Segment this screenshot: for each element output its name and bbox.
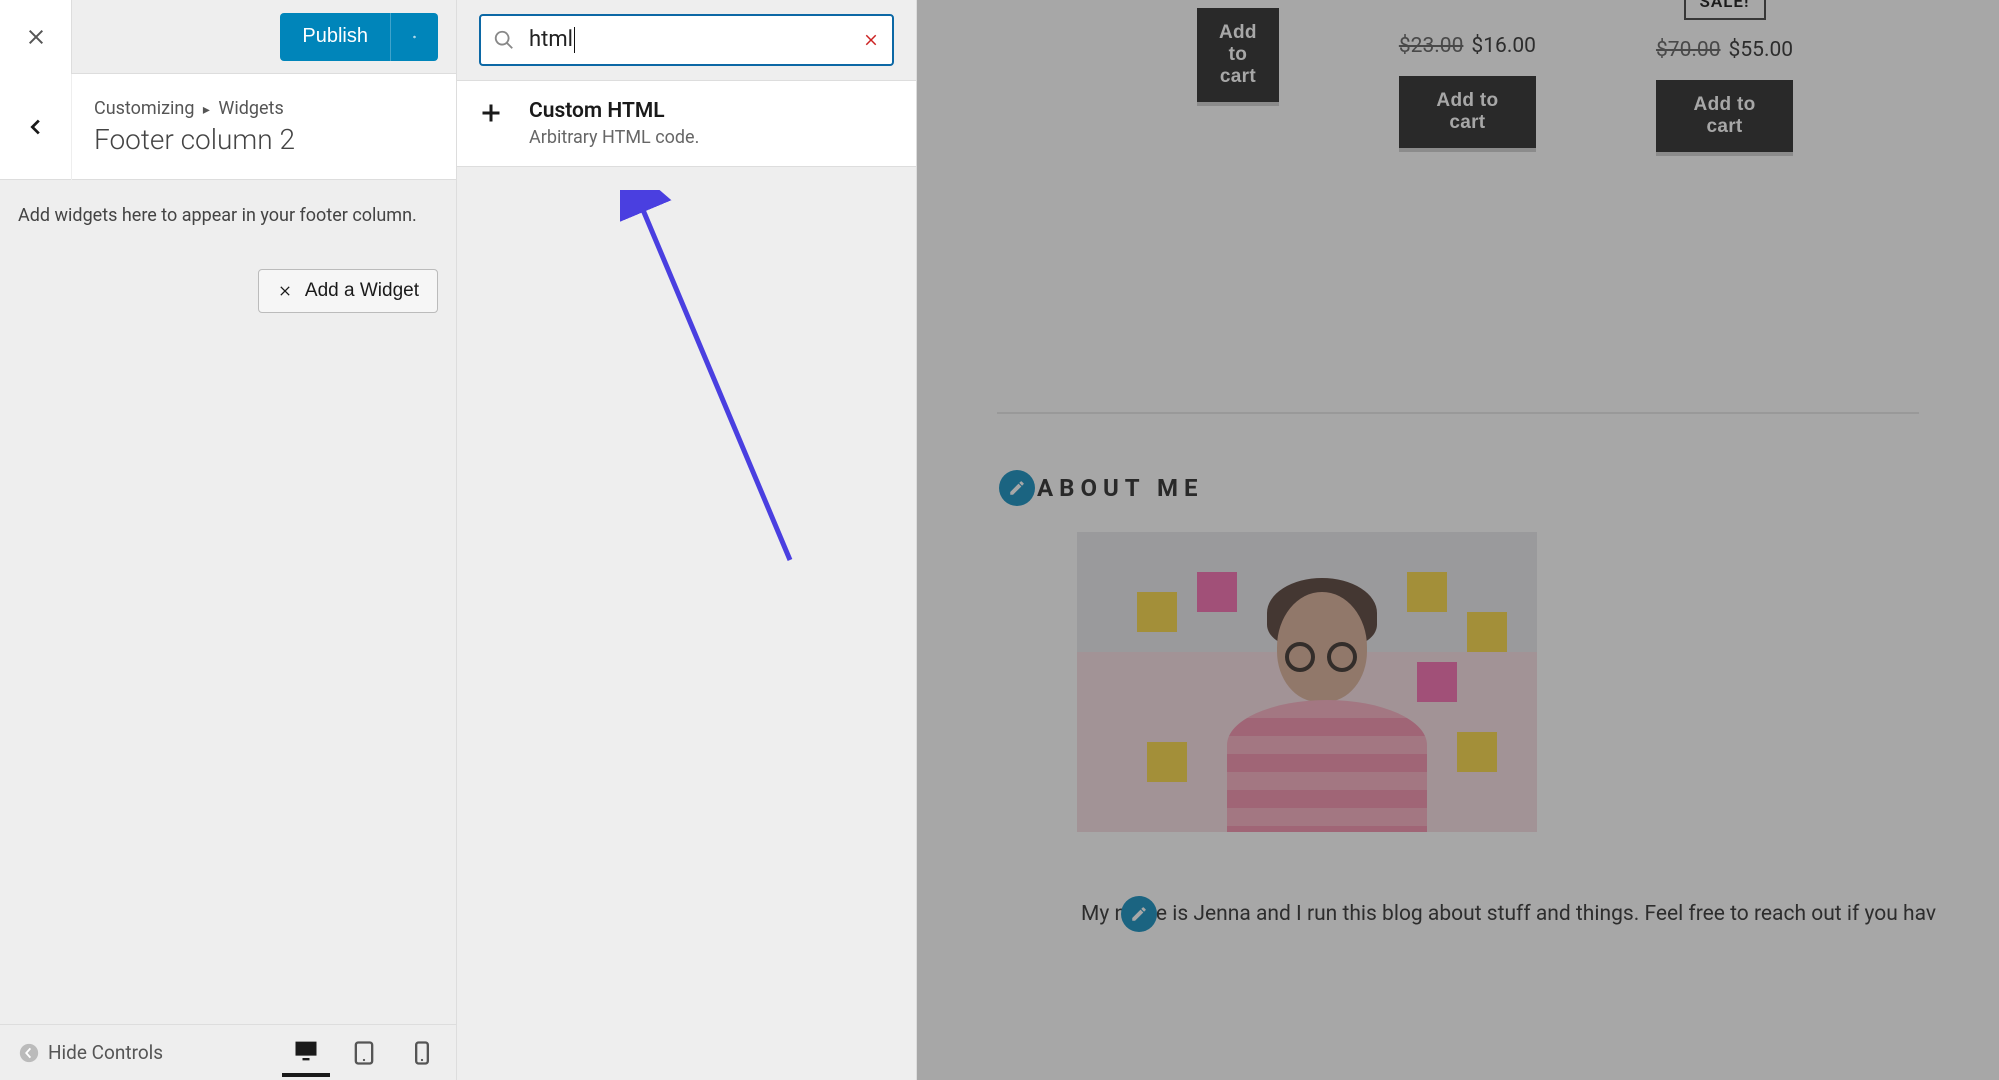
plus-icon [479,101,503,125]
product-card: SALE! $70.00 $55.00 Add to cart [1656,0,1793,152]
breadcrumb: Customizing ▸ Widgets Footer column 2 [72,98,295,156]
result-title: Custom HTML [529,99,699,123]
publish-label: Publish [280,25,390,48]
breadcrumb-child: Widgets [218,98,283,119]
hide-controls-label: Hide Controls [48,1041,163,1064]
device-tablet-button[interactable] [340,1029,388,1077]
add-widget-button[interactable]: Add a Widget [258,269,438,313]
breadcrumb-separator: ▸ [203,102,210,118]
add-widget-label: Add a Widget [305,280,419,302]
desktop-icon [292,1037,320,1065]
publish-wrap: Publish [72,13,456,61]
section-title: Footer column 2 [94,123,295,156]
product-card: SALE! $23.00$16.00 Add to cart [1399,0,1536,148]
device-mobile-button[interactable] [398,1029,446,1077]
publish-settings-button[interactable] [390,13,438,61]
widget-search-panel: html Custom HTML Arbitrary HTML code. [457,0,917,1080]
about-image [1077,532,1537,832]
old-price: $23.00 [1399,34,1464,58]
section-divider [997,412,1919,414]
search-box[interactable]: html [479,14,894,66]
product-price: $23.00 $16.00 [1399,34,1536,58]
product-row: Add to cart SALE! $23.00 $16.00 Add to ca… [917,0,1999,152]
old-price: $70.00 [1656,38,1721,62]
result-desc: Arbitrary HTML code. [529,127,699,148]
add-icon [479,101,507,129]
gear-icon [413,26,416,48]
section-header: Customizing ▸ Widgets Footer column 2 [0,74,456,180]
section-body: Add widgets here to appear in your foote… [0,180,456,1024]
about-title: ABOUT ME [1037,474,1999,502]
sidebar-top-bar: Publish [0,0,456,74]
product-price: $70.00 $55.00 [1656,38,1793,62]
add-to-cart-button[interactable]: Add to cart [1656,80,1793,152]
close-customizer-button[interactable] [0,0,72,74]
search-icon [493,29,515,51]
about-text: My name is Jenna and I run this blog abo… [1081,902,1936,926]
help-text: Add widgets here to appear in your foote… [18,202,438,229]
tablet-icon [350,1039,378,1067]
result-text: Custom HTML Arbitrary HTML code. [529,99,699,148]
device-desktop-button[interactable] [282,1029,330,1077]
chevron-left-circle-icon [18,1042,40,1064]
add-to-cart-button[interactable]: Add to cart [1197,8,1279,102]
add-to-cart-button[interactable]: Add to cart [1399,76,1536,148]
device-toggle [282,1029,446,1077]
edit-widget-button[interactable] [999,470,1035,506]
clear-search-button[interactable] [862,31,880,49]
new-price: $55.00 [1729,38,1794,62]
about-text-widget: My name is Jenna and I run this blog abo… [1037,902,1999,926]
hide-controls-button[interactable]: Hide Controls [10,1035,171,1070]
customizer-sidebar: Publish Customizing ▸ Widgets Footer col… [0,0,457,1080]
pencil-icon [1130,905,1148,923]
product-card: Add to cart [1197,8,1279,102]
breadcrumb-path: Customizing ▸ Widgets [94,98,295,119]
publish-button[interactable]: Publish [280,13,438,61]
close-icon [24,25,48,49]
close-icon [277,283,293,299]
site-preview: Add to cart SALE! $23.00 $16.00 Add to ca… [917,0,1999,1080]
widget-result-custom-html[interactable]: Custom HTML Arbitrary HTML code. [457,80,916,167]
search-input[interactable]: html [529,27,844,53]
edit-widget-button[interactable] [1121,896,1157,932]
sidebar-footer: Hide Controls [0,1024,456,1080]
pencil-icon [1008,479,1026,497]
back-button[interactable] [0,74,72,180]
about-widget: ABOUT ME My name is Jenna and I run this… [917,474,1999,926]
search-row: html [457,0,916,80]
new-price: $16.00 [1471,34,1536,58]
sale-badge: SALE! [1684,0,1766,20]
chevron-left-icon [25,116,47,138]
mobile-icon [408,1039,436,1067]
breadcrumb-parent: Customizing [94,98,194,119]
